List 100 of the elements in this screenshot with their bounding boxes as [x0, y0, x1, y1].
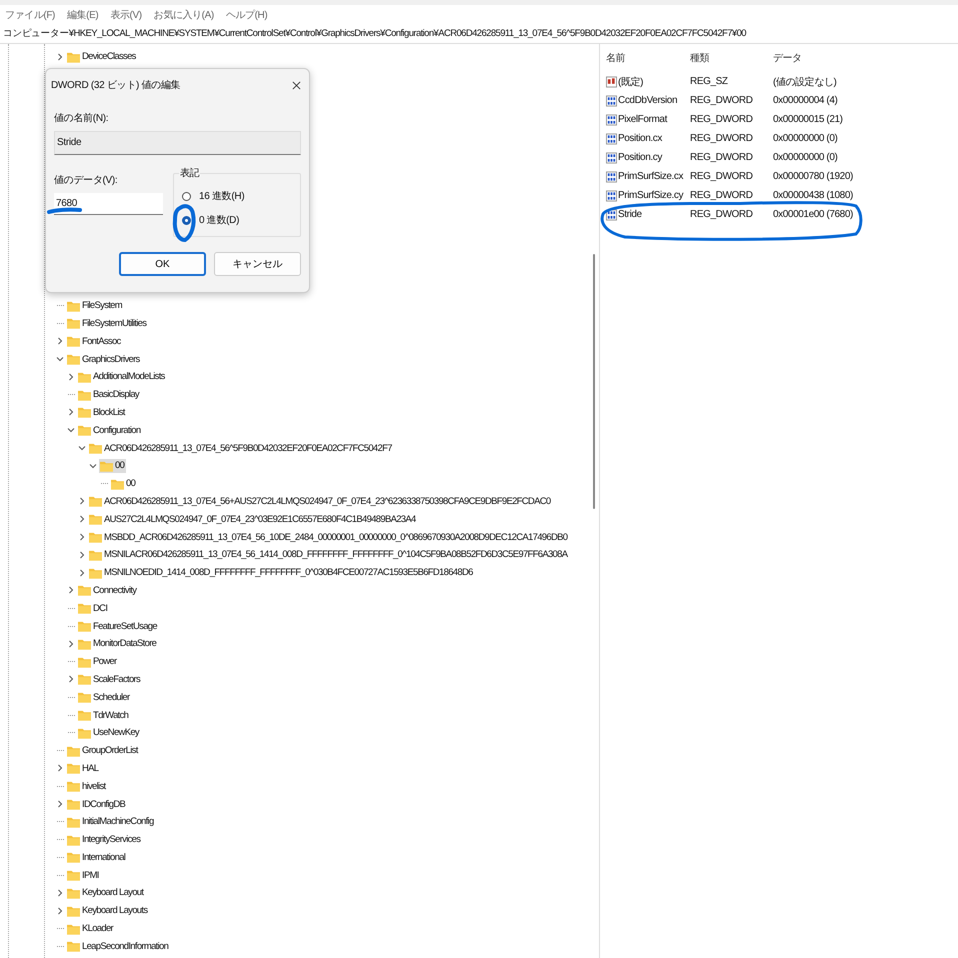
folder-icon: [78, 726, 91, 739]
tree-item[interactable]: InitialMachineConfig: [82, 816, 154, 828]
tree-item[interactable]: GroupOrderList: [82, 745, 138, 756]
value-type: REG_SZ: [690, 76, 729, 87]
value-type: REG_DWORD: [690, 152, 754, 163]
tree-item[interactable]: AdditionalModeLists: [93, 371, 165, 382]
expand-caret-icon[interactable]: [78, 550, 86, 559]
dialog-button[interactable]: キャンセル: [214, 252, 301, 276]
expand-caret-icon[interactable]: [78, 533, 86, 542]
tree-item[interactable]: Power: [93, 656, 116, 668]
radio-label[interactable]: 0 進数(D): [199, 213, 240, 227]
menu-item[interactable]: 編集(E): [66, 8, 98, 22]
expand-caret-icon[interactable]: [56, 800, 64, 808]
tree-item[interactable]: Connectivity: [93, 584, 136, 596]
tree-item[interactable]: MSNILNOEDID_1414_008D_FFFFFFFF_FFFFFFFF_0^030B4FCE00727AC1593E5B6FD18648D6: [104, 567, 473, 578]
collapse-caret-icon[interactable]: [56, 355, 64, 364]
expand-caret-icon[interactable]: [56, 52, 64, 61]
tree-item[interactable]: FileSystemUtilities: [82, 318, 146, 329]
name-field[interactable]: Stride: [54, 131, 301, 155]
tree-item[interactable]: IntegrityServices: [82, 834, 140, 846]
collapse-caret-icon[interactable]: [67, 426, 75, 434]
expand-caret-icon[interactable]: [78, 515, 86, 524]
data-field[interactable]: 7680: [54, 193, 163, 215]
menu-item[interactable]: お気に入り(A): [154, 8, 214, 22]
expand-caret-icon[interactable]: [78, 497, 86, 506]
menu-item[interactable]: ヘルプ(H): [226, 8, 268, 22]
expand-caret-icon[interactable]: [78, 568, 86, 577]
collapse-caret-icon[interactable]: [78, 444, 86, 452]
expand-caret-icon[interactable]: [67, 586, 75, 594]
tree-item[interactable]: KLoader: [82, 923, 114, 934]
tree-item[interactable]: Configuration: [93, 424, 140, 436]
folder-icon: [67, 940, 80, 952]
column-header[interactable]: 名前: [606, 51, 690, 65]
close-icon[interactable]: [292, 80, 301, 90]
menu-item[interactable]: 表示(V): [110, 8, 142, 22]
tree-item[interactable]: Keyboard Layout: [82, 887, 144, 898]
tree-item[interactable]: IPMI: [82, 870, 99, 881]
dialog-button[interactable]: OK: [119, 252, 206, 276]
tree-item[interactable]: HAL: [82, 762, 98, 774]
radio-button[interactable]: [182, 216, 191, 224]
expand-caret-icon[interactable]: [56, 337, 64, 346]
folder-icon: [89, 548, 102, 561]
value-name[interactable]: Position.cx: [618, 133, 662, 144]
value-data: 0x00000015 (21): [773, 114, 844, 125]
tree-item[interactable]: MSBDD_ACR06D426285911_13_07E4_56_10DE_2484_00000001_00000000_0^0869670930A2008D9DEC12CA17496DB0: [104, 532, 568, 543]
collapse-caret-icon[interactable]: [89, 462, 97, 470]
tree-item[interactable]: Keyboard Layouts: [82, 905, 148, 916]
tree-item[interactable]: GraphicsDrivers: [82, 354, 140, 365]
field-label: 値の名前(N):: [54, 112, 110, 125]
tree-item[interactable]: FeatureSetUsage: [93, 620, 157, 632]
tree-item[interactable]: UseNewKey: [93, 727, 139, 738]
expand-caret-icon[interactable]: [67, 640, 75, 648]
tree-item[interactable]: MonitorDataStore: [93, 638, 156, 650]
value-name[interactable]: (既定): [618, 74, 644, 88]
tree-item[interactable]: ACR06D426285911_13_07E4_56+AUS27C2L4LMQS024947_0F_07E4_23^6236338750398CFA9CE9DBF9E2FCDAC0: [104, 496, 550, 507]
expand-caret-icon[interactable]: [67, 372, 75, 381]
column-header[interactable]: 種類: [690, 51, 773, 65]
address-bar[interactable]: コンピューター¥HKEY_LOCAL_MACHINE¥SYSTEM¥CurrentControlSet¥Control¥GraphicsDrivers¥Configuration¥ACR06D426285911_13_07E4_56^5F9B0D42032EF20F0EA02CF7FC5042F7¥00: [0, 25, 958, 44]
value-name[interactable]: PixelFormat: [618, 114, 667, 125]
value-data: 0x00000780 (1920): [773, 171, 854, 182]
value-name[interactable]: PrimSurfSize.cx: [618, 171, 684, 182]
radio-label[interactable]: 16 進数(H): [199, 189, 244, 203]
tree-item[interactable]: hivelist: [82, 780, 106, 792]
value-type: REG_DWORD: [690, 95, 754, 106]
tree-item[interactable]: 00: [126, 478, 136, 490]
folder-icon: [67, 50, 80, 63]
folder-icon: [78, 424, 91, 436]
tree-item[interactable]: FileSystem: [82, 300, 122, 312]
tree-item[interactable]: ACR06D426285911_13_07E4_56^5F9B0D42032EF20F0EA02CF7FC5042F7: [104, 442, 392, 454]
folder-icon: [89, 442, 102, 454]
expand-caret-icon[interactable]: [67, 408, 75, 416]
tree-item[interactable]: BasicDisplay: [93, 389, 139, 400]
tree-item[interactable]: ScaleFactors: [93, 674, 140, 685]
folder-icon: [67, 851, 80, 864]
column-header[interactable]: データ: [773, 51, 958, 65]
tree-item[interactable]: AUS27C2L4LMQS024947_0F_07E4_23^03E92E1C6557E680F4C1B49489BA23A4: [104, 514, 416, 525]
expand-caret-icon[interactable]: [56, 906, 64, 915]
menu-item[interactable]: ファイル(F): [5, 8, 55, 22]
expand-caret-icon[interactable]: [67, 675, 75, 684]
folder-icon: [78, 584, 91, 596]
tree-item[interactable]: LeapSecondInformation: [82, 940, 168, 952]
tree-item[interactable]: International: [82, 852, 126, 863]
scrollbar-thumb[interactable]: [593, 254, 595, 509]
value-name[interactable]: CcdDbVersion: [618, 95, 678, 106]
tree-item[interactable]: TdrWatch: [93, 710, 128, 721]
value-name[interactable]: Stride: [618, 209, 642, 220]
tree-item[interactable]: DeviceClasses: [82, 51, 136, 62]
tree-item[interactable]: FontAssoc: [82, 336, 121, 347]
folder-icon: [67, 335, 80, 348]
folder-icon: [89, 513, 102, 526]
tree-item[interactable]: DCI: [93, 602, 108, 614]
tree-item[interactable]: BlockList: [93, 406, 125, 418]
value-name[interactable]: PrimSurfSize.cy: [618, 190, 684, 201]
radio-button[interactable]: [182, 192, 191, 200]
expand-caret-icon[interactable]: [56, 888, 64, 897]
expand-caret-icon[interactable]: [56, 764, 64, 772]
value-name[interactable]: Position.cy: [618, 152, 662, 163]
tree-item[interactable]: Scheduler: [93, 692, 130, 703]
tree-item[interactable]: IDConfigDB: [82, 798, 126, 810]
tree-item[interactable]: MSNILACR06D426285911_13_07E4_56_1414_008D_FFFFFFFF_FFFFFFFF_0^104C5F9BA08B52FD6D3C5E97FF6A308A: [104, 549, 568, 560]
